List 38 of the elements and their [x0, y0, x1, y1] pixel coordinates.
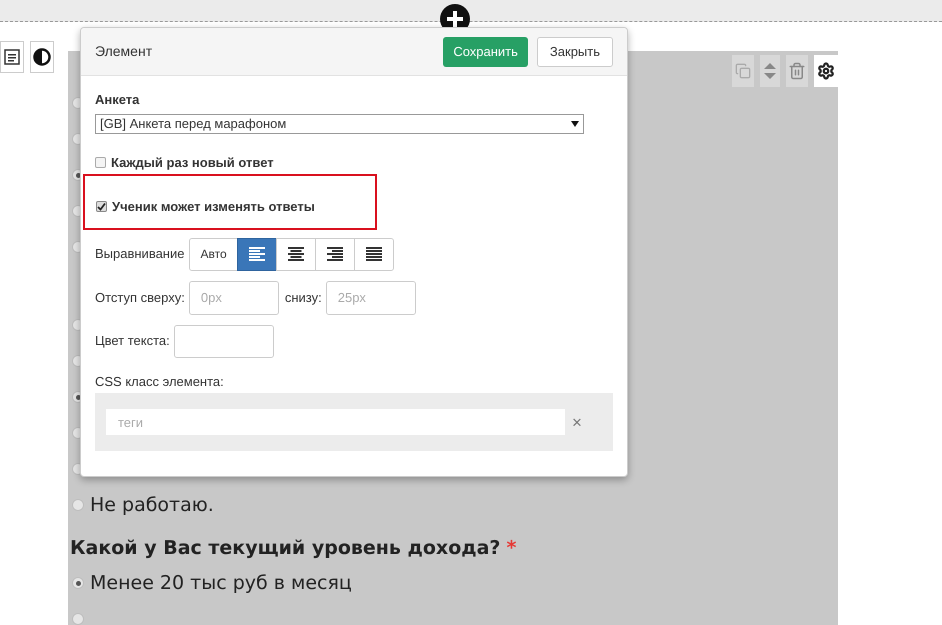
- clear-button[interactable]: ×: [572, 414, 582, 430]
- field-label: CSS класс элемента:: [95, 372, 225, 390]
- option-label: Не работаю.: [90, 492, 214, 518]
- field-label: Выравнивание: [95, 245, 184, 264]
- field-label: Отступ сверху:: [95, 288, 185, 307]
- align-justify-icon: [366, 247, 382, 261]
- radio-button[interactable]: [72, 613, 84, 625]
- move-icon[interactable]: [760, 55, 780, 87]
- checkbox[interactable]: [96, 201, 107, 212]
- align-auto-button[interactable]: Авто: [189, 238, 238, 270]
- tags-field[interactable]: теги: [106, 409, 565, 435]
- align-center-icon: [288, 247, 304, 261]
- copy-icon[interactable]: [732, 55, 754, 87]
- radio-button[interactable]: [72, 499, 84, 511]
- question-title: Какой у Вас текущий уровень дохода?: [70, 536, 500, 561]
- align-button[interactable]: [236, 238, 277, 270]
- align-right-icon: [326, 247, 343, 261]
- close-button[interactable]: Закрыть: [536, 36, 613, 66]
- align-left-icon: [248, 247, 265, 261]
- settings-icon[interactable]: [814, 55, 838, 87]
- field-label: Анкета: [95, 91, 140, 109]
- checkbox-label: Каждый раз новый ответ: [111, 154, 274, 172]
- form-icon[interactable]: [0, 41, 24, 73]
- bottom-margin-field[interactable]: 25px: [326, 280, 416, 314]
- option-label: Менее 20 тыс руб в месяц: [90, 570, 352, 596]
- dropdown-arrow-icon: [571, 120, 579, 126]
- radio-button[interactable]: [72, 577, 84, 589]
- checkbox-label: Ученик может изменять ответы: [112, 198, 315, 216]
- text-color-field[interactable]: [174, 324, 274, 358]
- top-margin-field[interactable]: 0px: [188, 280, 279, 314]
- dialog-title: Элемент: [95, 42, 152, 61]
- trash-icon[interactable]: [786, 55, 808, 87]
- checkbox[interactable]: [95, 157, 106, 168]
- contrast-icon[interactable]: [30, 41, 54, 73]
- field-label: Цвет текста:: [95, 332, 170, 350]
- survey-select[interactable]: [GB] Анкета перед марафоном: [95, 114, 584, 134]
- required-mark: *: [506, 536, 516, 561]
- field-label: снизу:: [284, 288, 322, 307]
